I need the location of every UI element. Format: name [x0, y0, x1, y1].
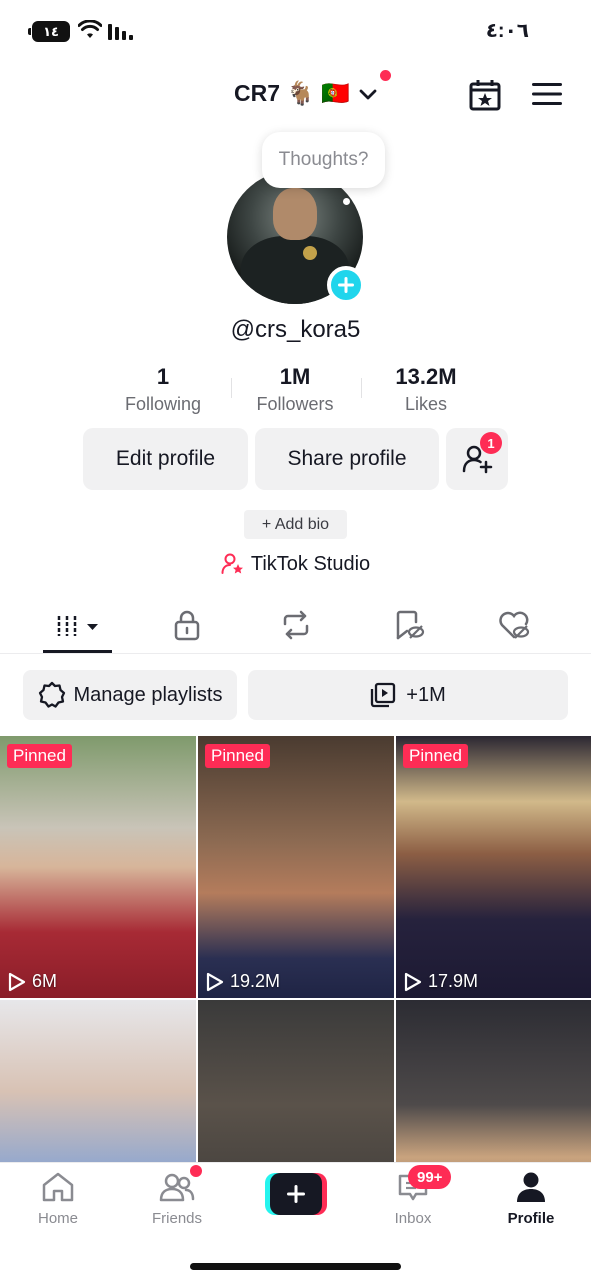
- plus-icon: [287, 1185, 305, 1203]
- repost-icon: [283, 610, 309, 640]
- nav-home[interactable]: Home: [8, 1171, 108, 1227]
- share-profile-button[interactable]: Share profile: [255, 428, 439, 490]
- stat-divider: [231, 378, 232, 398]
- plus-icon: [338, 277, 354, 293]
- friends-icon: [159, 1173, 195, 1202]
- stat-value: 13.2M: [395, 364, 457, 389]
- account-name: CR7 🐐 🇵🇹: [234, 80, 351, 106]
- signal-icon: [108, 24, 133, 40]
- video-thumbnail[interactable]: Pinned 6M: [0, 736, 196, 998]
- view-count-value: 6M: [32, 971, 58, 991]
- videos-grid-icon: [57, 616, 98, 636]
- friends-notification-dot: [190, 1165, 202, 1177]
- content-tabs: [0, 600, 591, 654]
- view-count: 19.2M: [206, 971, 280, 992]
- bookmark-hidden-icon: [396, 610, 425, 640]
- nav-home-label: Home: [37, 1210, 78, 1227]
- video-thumbnail[interactable]: Pinned 19.2M: [198, 736, 394, 998]
- home-indicator: [190, 1263, 401, 1270]
- stat-value: 1M: [279, 364, 311, 389]
- playlist-count-label: +1M: [406, 683, 446, 706]
- username: @crs_kora5: [230, 316, 361, 343]
- clock: ٤:٠٦: [485, 20, 529, 42]
- tab-favorites[interactable]: [392, 608, 426, 647]
- view-count-value: 19.2M: [230, 971, 281, 991]
- tab-liked[interactable]: [497, 608, 531, 647]
- home-icon: [42, 1172, 74, 1202]
- add-friends-button[interactable]: 1: [446, 428, 508, 490]
- lock-icon: [174, 610, 200, 641]
- stat-label: Following: [124, 394, 202, 414]
- add-photo-button[interactable]: [327, 266, 365, 304]
- hamburger-menu-icon[interactable]: [532, 82, 562, 106]
- account-switcher[interactable]: CR7 🐐 🇵🇹: [234, 80, 380, 107]
- tiktok-studio-link[interactable]: TikTok Studio: [0, 552, 591, 576]
- tiktok-studio-label: TikTok Studio: [250, 552, 371, 575]
- video-thumbnail[interactable]: Pinned 17.9M: [396, 736, 591, 998]
- create-button[interactable]: [265, 1173, 327, 1215]
- nav-profile-label: Profile: [507, 1210, 555, 1227]
- inbox-badge: 99+: [408, 1165, 452, 1189]
- wifi-icon: [78, 20, 102, 38]
- stat-followers[interactable]: 1M Followers: [235, 364, 355, 415]
- chevron-down-icon: [359, 89, 377, 99]
- view-count: 6M: [8, 971, 57, 992]
- pinned-badge: Pinned: [403, 744, 468, 768]
- friend-request-badge: 1: [480, 432, 502, 454]
- stat-following[interactable]: 1 Following: [104, 364, 222, 415]
- stat-value: 1: [156, 364, 170, 389]
- notification-dot: [380, 70, 391, 81]
- edit-profile-button[interactable]: Edit profile: [83, 428, 248, 490]
- view-count-value: 17.9M: [428, 971, 479, 991]
- heart-hidden-icon: [499, 611, 530, 639]
- creator-star-icon: [221, 553, 243, 574]
- play-icon: [8, 972, 26, 991]
- tab-private[interactable]: [173, 608, 201, 647]
- playlist-icon: [371, 682, 396, 708]
- gear-icon: [38, 681, 65, 708]
- bottom-nav: Home Friends Inbox 99+ Profile: [0, 1162, 591, 1280]
- active-tab-indicator: [43, 650, 112, 653]
- profile-icon: [517, 1172, 545, 1202]
- status-bar: ١٤ ٤:٠٦: [0, 0, 591, 64]
- pinned-badge: Pinned: [7, 744, 72, 768]
- nav-inbox-label: Inbox: [394, 1210, 432, 1227]
- nav-friends[interactable]: Friends: [127, 1171, 227, 1227]
- thoughts-bubble[interactable]: Thoughts?: [262, 132, 385, 188]
- stat-label: Likes: [404, 394, 448, 414]
- manage-playlists-label: Manage playlists: [73, 683, 223, 706]
- view-count: 17.9M: [404, 971, 478, 992]
- playlist-count-button[interactable]: +1M: [248, 670, 568, 720]
- nav-friends-label: Friends: [151, 1210, 203, 1227]
- profile-header: CR7 🐐 🇵🇹: [0, 64, 591, 124]
- play-icon: [404, 972, 422, 991]
- play-icon: [206, 972, 224, 991]
- pinned-badge: Pinned: [205, 744, 270, 768]
- tab-reposts[interactable]: [279, 608, 313, 647]
- stat-likes[interactable]: 13.2M Likes: [372, 364, 480, 415]
- stat-label: Followers: [256, 394, 334, 414]
- stat-divider: [361, 378, 362, 398]
- calendar-star-icon[interactable]: [468, 78, 502, 112]
- nav-profile[interactable]: Profile: [481, 1171, 581, 1227]
- battery-indicator: ١٤: [28, 21, 70, 42]
- profile-stats: 1 Following 1M Followers 13.2M Likes: [104, 364, 487, 420]
- thoughts-bubble-tail: [343, 198, 350, 205]
- manage-playlists-button[interactable]: Manage playlists: [23, 670, 237, 720]
- add-bio-button[interactable]: + Add bio: [244, 510, 347, 539]
- tab-videos[interactable]: [57, 608, 101, 647]
